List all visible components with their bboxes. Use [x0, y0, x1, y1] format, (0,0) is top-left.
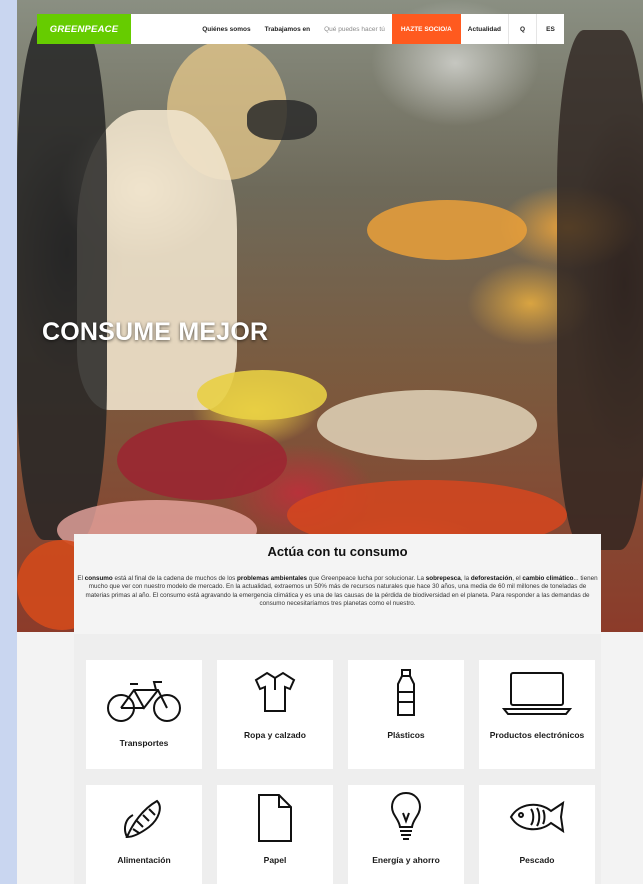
intro-text: está al final de la cadena de muchos de … [112, 575, 238, 582]
lightbulb-icon [390, 791, 422, 840]
category-label: Plásticos [387, 730, 425, 740]
category-label: Productos electrónicos [489, 730, 585, 740]
language-selector[interactable]: ES [536, 14, 564, 44]
category-pescado[interactable]: Pescado [479, 785, 595, 884]
category-productos-electronicos[interactable]: Productos electrónicos [479, 660, 595, 769]
intro-text: , la [460, 575, 471, 582]
hero-title: CONSUME MEJOR [42, 318, 269, 346]
intro-bold: cambio climático [522, 575, 574, 582]
section-heading: Actúa con tu consumo [267, 544, 408, 559]
page: CONSUME MEJOR GREENPEACE Quiénes somos T… [17, 0, 643, 884]
paper-icon [258, 794, 292, 842]
intro-bold: problemas ambientales [237, 575, 308, 582]
category-ropa-y-calzado[interactable]: Ropa y calzado [217, 660, 333, 769]
intro-bold: sobrepesca [425, 575, 461, 582]
intro-paragraph: El consumo está al final de la cadena de… [74, 575, 601, 608]
category-label: Papel [263, 855, 287, 865]
category-papel[interactable]: Papel [217, 785, 333, 884]
category-alimentacion[interactable]: Alimentación [86, 785, 202, 884]
search-icon[interactable]: Q [508, 14, 536, 44]
category-label: Pescado [519, 855, 555, 865]
top-navigation: GREENPEACE Quiénes somos Trabajamos en Q… [37, 14, 564, 44]
nav-link-actualidad[interactable]: Actualidad [461, 14, 508, 44]
greenpeace-logo[interactable]: GREENPEACE [37, 14, 131, 44]
bicycle-icon [107, 681, 181, 722]
nav-link-que-puedes-hacer[interactable]: Qué puedes hacer tú [317, 14, 392, 44]
intro-text: que Greenpeace lucha por solucionar. La [307, 575, 426, 582]
laptop-icon [502, 672, 572, 715]
category-label: Transportes [119, 738, 169, 748]
shirt-icon [254, 671, 296, 712]
nav-link-quienes-somos[interactable]: Quiénes somos [195, 14, 257, 44]
intro-text: , el [512, 575, 523, 582]
category-label: Ropa y calzado [244, 730, 306, 740]
intro-bold: consumo [84, 575, 113, 582]
intro-section: Actúa con tu consumo El consumo está al … [74, 534, 601, 634]
category-energia-y-ahorro[interactable]: Energía y ahorro [348, 785, 464, 884]
category-label: Energía y ahorro [372, 855, 440, 865]
hazte-socio-button[interactable]: HAZTE SOCIO/A [391, 14, 461, 44]
category-transportes[interactable]: Transportes [86, 660, 202, 769]
nav-link-trabajamos-en[interactable]: Trabajamos en [258, 14, 318, 44]
fish-icon [509, 800, 565, 834]
category-label: Alimentación [117, 855, 171, 865]
intro-text: El [77, 575, 85, 582]
intro-bold: deforestación [470, 575, 513, 582]
corn-icon [124, 799, 161, 839]
category-plasticos[interactable]: Plásticos [348, 660, 464, 769]
bottle-icon [397, 669, 415, 716]
